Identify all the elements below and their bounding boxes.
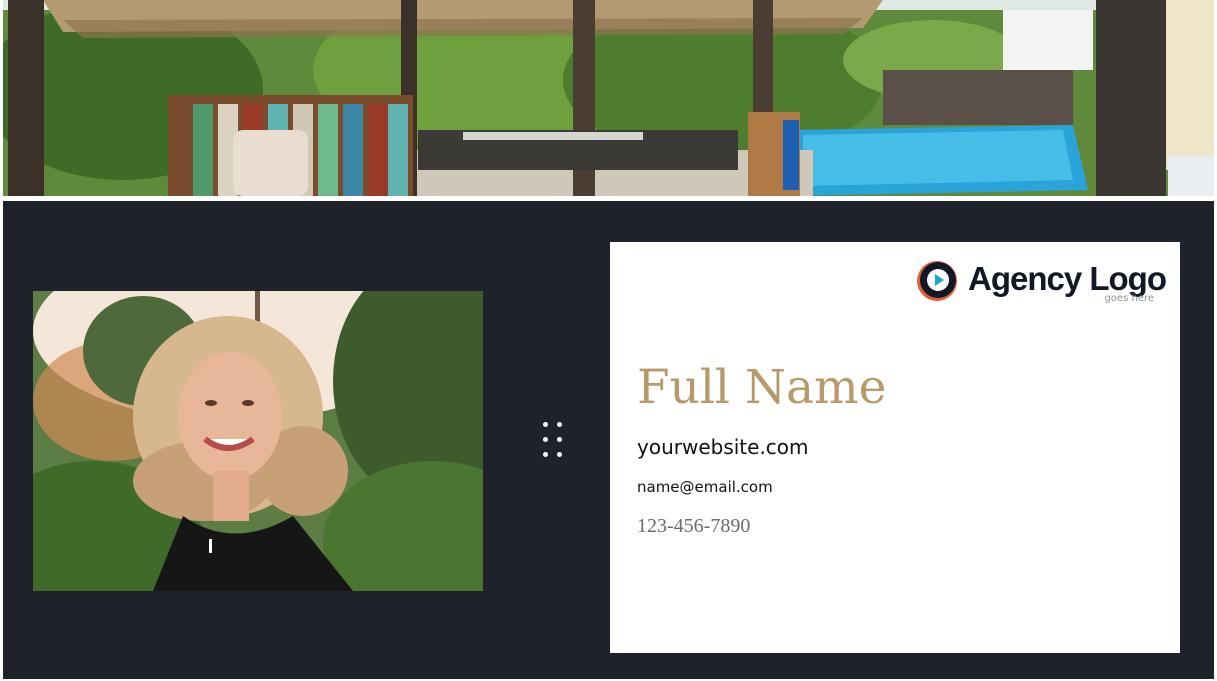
agency-logo[interactable]: Agency Logo goes here: [916, 259, 1167, 307]
full-name-text[interactable]: Full Name: [637, 358, 886, 418]
business-card-template: Agency Logo goes here Full Name yourwebs…: [0, 0, 1217, 681]
header-banner-image[interactable]: [3, 0, 1214, 196]
handle-dot: [543, 422, 548, 427]
drag-handle-icon[interactable]: [540, 420, 566, 462]
logo-text-group: Agency Logo goes here: [968, 259, 1167, 307]
banner-illustration: [3, 0, 1214, 196]
handle-dot: [543, 437, 548, 442]
play-circle-icon: [916, 261, 957, 301]
phone-text[interactable]: 123-456-7890: [637, 513, 750, 539]
email-text[interactable]: name@email.com: [637, 477, 773, 497]
handle-dot: [557, 422, 562, 427]
handle-dot: [557, 437, 562, 442]
handle-dot: [557, 452, 562, 457]
website-text[interactable]: yourwebsite.com: [637, 434, 809, 460]
logo-subtext: goes here: [1104, 293, 1154, 304]
handle-dot: [543, 452, 548, 457]
agent-portrait-image[interactable]: [33, 291, 483, 591]
contact-info-card: Agency Logo goes here Full Name yourwebs…: [610, 242, 1180, 653]
portrait-illustration: [33, 291, 483, 591]
